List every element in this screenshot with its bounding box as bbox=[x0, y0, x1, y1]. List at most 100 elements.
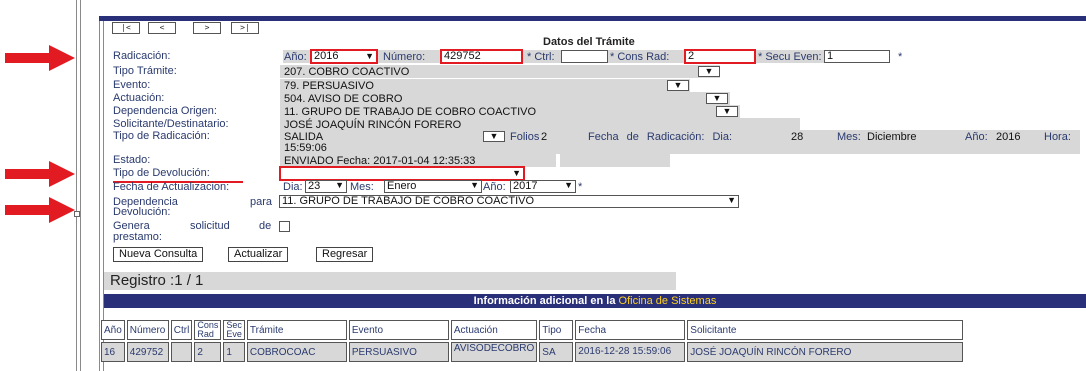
nueva-consulta-button[interactable]: Nueva Consulta bbox=[113, 247, 204, 262]
numero-label: Número: bbox=[383, 51, 426, 63]
chevron-down-icon: ▼ bbox=[470, 180, 479, 190]
chevron-down-icon: ▼ bbox=[512, 168, 521, 178]
table-cell bbox=[170, 342, 193, 362]
actualizacion-mes-label: Mes: bbox=[350, 181, 374, 193]
table-header: Actuación bbox=[450, 320, 538, 340]
tipo-devolucion-label: Tipo de Devolución: bbox=[113, 167, 210, 179]
table-header: Sec Eve bbox=[223, 320, 245, 340]
tipo-tramite-dropdown[interactable]: ▼ bbox=[698, 66, 720, 77]
table-cell: 2 bbox=[194, 342, 222, 362]
radicacion-label: Radicación: bbox=[113, 50, 171, 62]
chevron-down-icon: ▼ bbox=[365, 51, 374, 61]
folios-value: 2 bbox=[541, 131, 548, 143]
table-cell: 1 bbox=[223, 342, 245, 362]
secu-even-input[interactable]: 1 bbox=[824, 50, 890, 63]
genera-prestamo-label-2: prestamo: bbox=[113, 231, 162, 243]
table-cell: 2016-12-28 15:59:06 bbox=[575, 342, 686, 362]
tipo-radicacion-dropdown[interactable]: ▼ bbox=[483, 131, 505, 142]
table-row[interactable]: 16 429752 2 1 COBROCOAC PERSUASIVO AVISO… bbox=[101, 342, 964, 362]
actualizacion-dia-value: 23 bbox=[308, 180, 321, 192]
actuacion-dropdown[interactable]: ▼ bbox=[706, 93, 728, 104]
dependencia-devolucion-value: 11. GRUPO DE TRABAJO DE COBRO COACTIVO bbox=[282, 195, 535, 207]
previous-record-button[interactable]: < bbox=[148, 22, 176, 34]
hora-label: Hora: bbox=[1044, 131, 1071, 143]
hora-value: 15:59:06 bbox=[284, 142, 327, 154]
evento-value: 79. PERSUASIVO bbox=[284, 80, 374, 92]
chevron-down-icon: ▼ bbox=[489, 131, 499, 141]
regresar-button[interactable]: Regresar bbox=[316, 247, 374, 262]
results-table: Año Número Ctrl Cons Rad Sec Eve Trámite… bbox=[99, 318, 965, 364]
table-cell: 429752 bbox=[126, 342, 169, 362]
last-record-button[interactable]: >| bbox=[231, 22, 259, 34]
tipo-devolucion-select[interactable]: ▼ bbox=[279, 166, 525, 181]
actualizacion-dia-label: Dia: bbox=[283, 181, 303, 193]
ano-select[interactable]: 2016 ▼ bbox=[310, 49, 378, 64]
genera-prestamo-checkbox[interactable] bbox=[279, 221, 290, 232]
fecha-radicacion-label: Fecha de Radicación: Dia: bbox=[588, 131, 733, 143]
form-title: Datos del Trámite bbox=[543, 36, 635, 48]
tipo-radicacion-label: Tipo de Radicación: bbox=[113, 130, 210, 142]
info-prefix: Información adicional en la bbox=[473, 295, 619, 307]
ano-label: Año: bbox=[284, 51, 307, 63]
required-mark: * bbox=[898, 51, 903, 63]
frame-marker bbox=[74, 211, 80, 217]
actuacion-label: Actuación: bbox=[113, 92, 165, 104]
actualizacion-ano-select[interactable]: 2017 ▼ bbox=[510, 180, 576, 193]
dependencia-devolucion-select[interactable]: 11. GRUPO DE TRABAJO DE COBRO COACTIVO ▼ bbox=[279, 195, 739, 208]
next-record-button[interactable]: > bbox=[193, 22, 221, 34]
table-header: Tipo bbox=[539, 320, 574, 340]
actualizar-button[interactable]: Actualizar bbox=[228, 247, 289, 262]
frame-line bbox=[76, 0, 77, 371]
fecha-mes-value: Diciembre bbox=[867, 131, 917, 143]
dependencia-devolucion-label-2: Devolución: bbox=[113, 206, 171, 218]
table-header: Fecha bbox=[575, 320, 686, 340]
actualizacion-ano-label: Año: bbox=[483, 181, 506, 193]
cons-rad-input[interactable]: 2 bbox=[684, 49, 756, 64]
secu-even-label: * Secu Even: bbox=[758, 51, 822, 63]
dependencia-origen-dropdown[interactable]: ▼ bbox=[716, 106, 738, 117]
table-header: Evento bbox=[348, 320, 449, 340]
info-highlight-link[interactable]: Oficina de Sistemas bbox=[619, 295, 717, 307]
table-cell: COBROCOAC bbox=[246, 342, 347, 362]
estado-label: Estado: bbox=[113, 154, 151, 166]
actualizacion-mes-select[interactable]: Enero ▼ bbox=[384, 180, 482, 193]
estado-extra-field bbox=[560, 154, 670, 167]
genera-prestamo-solicitud: solicitud bbox=[190, 220, 230, 232]
header-bar bbox=[99, 16, 1086, 21]
chevron-down-icon: ▼ bbox=[712, 93, 722, 103]
red-arrow-icon bbox=[5, 197, 75, 223]
chevron-down-icon: ▼ bbox=[704, 66, 714, 76]
genera-prestamo-de: de bbox=[259, 220, 272, 232]
first-record-button[interactable]: |< bbox=[112, 22, 140, 34]
chevron-down-icon: ▼ bbox=[727, 195, 736, 205]
frame-line bbox=[80, 0, 81, 371]
actualizacion-ano-value: 2017 bbox=[513, 180, 538, 192]
table-header: Año bbox=[101, 320, 125, 340]
folios-label: Folios bbox=[510, 131, 540, 143]
table-header: Ctrl bbox=[170, 320, 193, 340]
ctrl-input[interactable] bbox=[561, 50, 608, 63]
registro-counter: Registro :1 / 1 bbox=[104, 272, 676, 290]
dependencia-origen-value: 11. GRUPO DE TRABAJO DE COBRO COACTIVO bbox=[284, 106, 537, 118]
table-cell: 16 bbox=[101, 342, 125, 362]
tipo-tramite-value: 207. COBRO COACTIVO bbox=[284, 66, 410, 78]
evento-dropdown[interactable]: ▼ bbox=[667, 80, 689, 91]
table-cell: JOSÉ JOAQUÍN RINCÓN FORERO bbox=[687, 342, 964, 362]
actualizacion-required-mark: * bbox=[578, 181, 583, 193]
numero-input[interactable]: 429752 bbox=[440, 49, 523, 64]
red-arrow-icon bbox=[5, 45, 75, 71]
dependencia-origen-label: Dependencia Origen: bbox=[113, 105, 217, 117]
info-bar: Información adicional en la Oficina de S… bbox=[104, 294, 1086, 308]
dependencia-devolucion-para: para bbox=[250, 196, 273, 208]
table-header: Número bbox=[126, 320, 169, 340]
table-header: Trámite bbox=[246, 320, 347, 340]
evento-label: Evento: bbox=[113, 79, 151, 91]
ano-value: 2016 bbox=[314, 50, 339, 62]
fecha-dia-value: 28 bbox=[791, 131, 804, 143]
table-cell: SA bbox=[539, 342, 574, 362]
ctrl-label: * Ctrl: bbox=[527, 51, 555, 63]
chevron-down-icon: ▼ bbox=[564, 180, 573, 190]
chevron-down-icon: ▼ bbox=[335, 180, 344, 190]
red-arrow-icon bbox=[5, 161, 75, 187]
actualizacion-dia-select[interactable]: 23 ▼ bbox=[305, 180, 347, 193]
